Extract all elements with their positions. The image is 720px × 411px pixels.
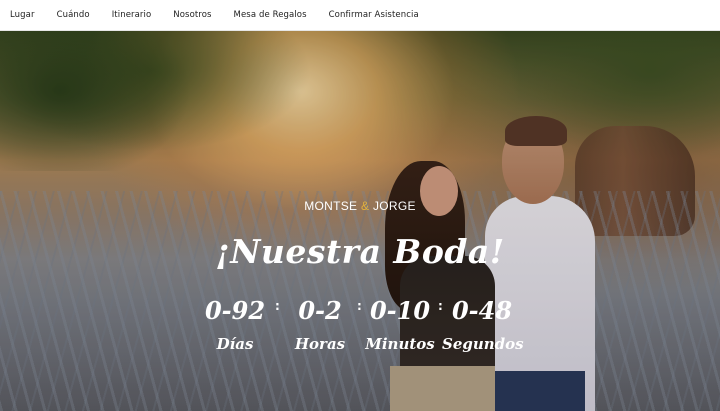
countdown-minutes: 0-10 Minutos <box>360 295 440 353</box>
countdown-timer: 0-92 Días : 0-2 Horas : 0-10 Minutos : 0… <box>205 295 535 365</box>
countdown-seconds-value: 0-48 <box>451 296 513 325</box>
countdown-hours-label: Horas <box>294 335 346 353</box>
nav-link-confirmar-asistencia[interactable]: Confirmar Asistencia <box>329 10 419 20</box>
nav-link-nosotros[interactable]: Nosotros <box>173 10 211 20</box>
countdown-hours-value: 0-2 <box>298 296 342 325</box>
countdown-days-value: 0-92 <box>204 296 266 325</box>
name-right: JORGE <box>372 199 416 213</box>
countdown-seconds: 0-48 Segundos <box>442 295 524 353</box>
names-ampersand: & <box>360 199 370 213</box>
top-nav: Lugar Cuándo Itinerario Nosotros Mesa de… <box>0 0 720 31</box>
couple-names: MONTSE & JORGE <box>260 199 460 213</box>
nav-link-mesa-de-regalos[interactable]: Mesa de Regalos <box>234 10 307 20</box>
countdown-days: 0-92 Días <box>195 295 275 353</box>
countdown-hours: 0-2 Horas <box>280 295 360 353</box>
countdown-days-label: Días <box>216 335 254 353</box>
wedding-title: ¡Nuestra Boda! <box>215 232 505 271</box>
countdown-minutes-label: Minutos <box>365 335 435 353</box>
name-left: MONTSE <box>304 199 358 213</box>
nav-link-itinerario[interactable]: Itinerario <box>112 10 152 20</box>
nav-link-cuando[interactable]: Cuándo <box>57 10 90 20</box>
nav-link-lugar[interactable]: Lugar <box>10 10 35 20</box>
countdown-minutes-value: 0-10 <box>369 296 431 325</box>
countdown-seconds-label: Segundos <box>442 335 524 353</box>
